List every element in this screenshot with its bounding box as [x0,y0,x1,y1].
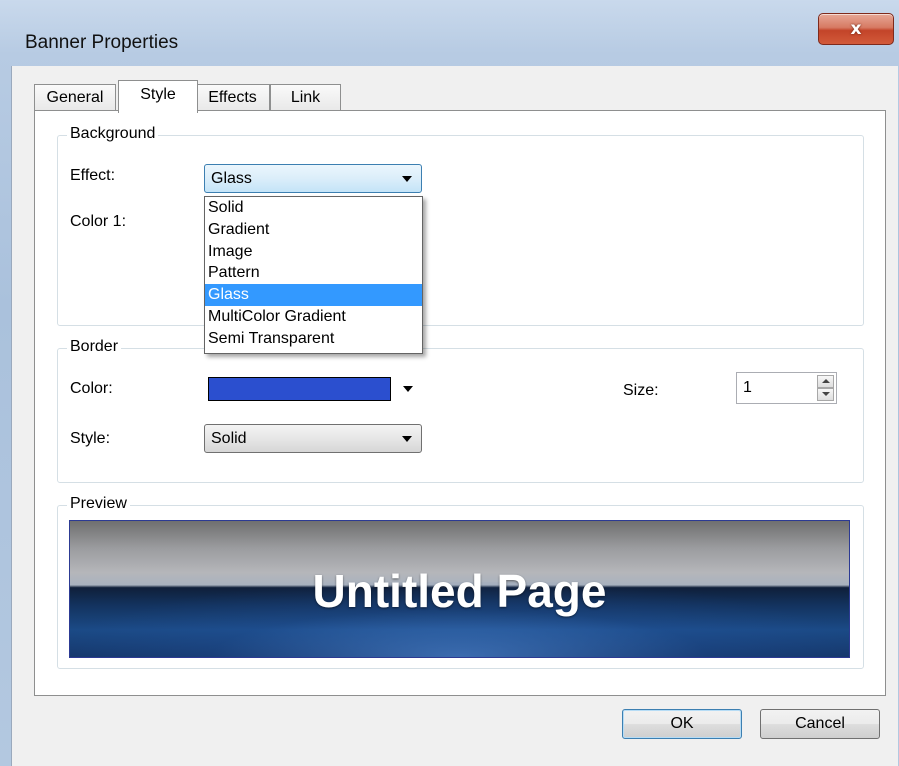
title-bar[interactable]: Banner Properties x [0,0,899,53]
effect-dropdown-list: Solid Gradient Image Pattern Glass Multi… [204,196,423,354]
effect-select[interactable]: Glass [204,164,422,193]
border-group-label: Border [67,338,122,356]
tab-label: Effects [208,89,257,106]
border-style-value: Solid [211,430,247,447]
border-color-picker[interactable] [204,373,422,405]
spin-down-icon[interactable] [817,388,834,401]
background-group-label: Background [67,125,159,143]
color1-label: Color 1: [70,213,127,230]
border-group: Border [57,338,864,483]
effect-option-image[interactable]: Image [205,241,422,263]
preview-group-label: Preview [67,495,130,513]
tab-style[interactable]: Style [118,80,198,113]
effect-label: Effect: [70,167,116,184]
banner-preview-text: Untitled Page [312,565,607,617]
effect-option-multicolor-gradient[interactable]: MultiColor Gradient [205,306,422,328]
effect-option-solid[interactable]: Solid [205,197,422,219]
banner-preview: Untitled Page [69,520,850,658]
tab-label: Link [290,89,321,106]
border-style-select[interactable]: Solid [204,424,422,453]
effect-select-value: Glass [211,170,252,187]
border-style-label: Style: [70,430,111,447]
size-value: 1 [743,379,752,396]
tab-general[interactable]: General [34,84,116,111]
window-title: Banner Properties [25,32,179,53]
border-color-label: Color: [70,380,113,397]
background-group: Background [57,125,864,326]
size-spinner[interactable]: 1 [736,372,837,404]
tab-label: General [46,89,104,106]
effect-option-glass[interactable]: Glass [205,284,422,306]
effect-option-semi-transparent[interactable]: Semi Transparent [205,328,422,350]
ok-button-label: OK [670,715,694,732]
spin-up-icon[interactable] [817,375,834,388]
cancel-button-label: Cancel [795,715,845,732]
close-button[interactable]: x [818,13,894,45]
chevron-down-icon [403,386,413,392]
color-swatch [208,377,391,401]
chevron-down-icon [402,176,412,182]
effect-option-pattern[interactable]: Pattern [205,262,422,284]
cancel-button[interactable]: Cancel [760,709,880,739]
effect-option-gradient[interactable]: Gradient [205,219,422,241]
chevron-down-icon [402,436,412,442]
tab-label: Style [140,86,176,103]
close-icon: x [850,19,862,39]
tab-link[interactable]: Link [270,84,341,111]
tab-effects[interactable]: Effects [195,84,270,111]
size-label: Size: [623,382,659,399]
ok-button[interactable]: OK [622,709,742,739]
